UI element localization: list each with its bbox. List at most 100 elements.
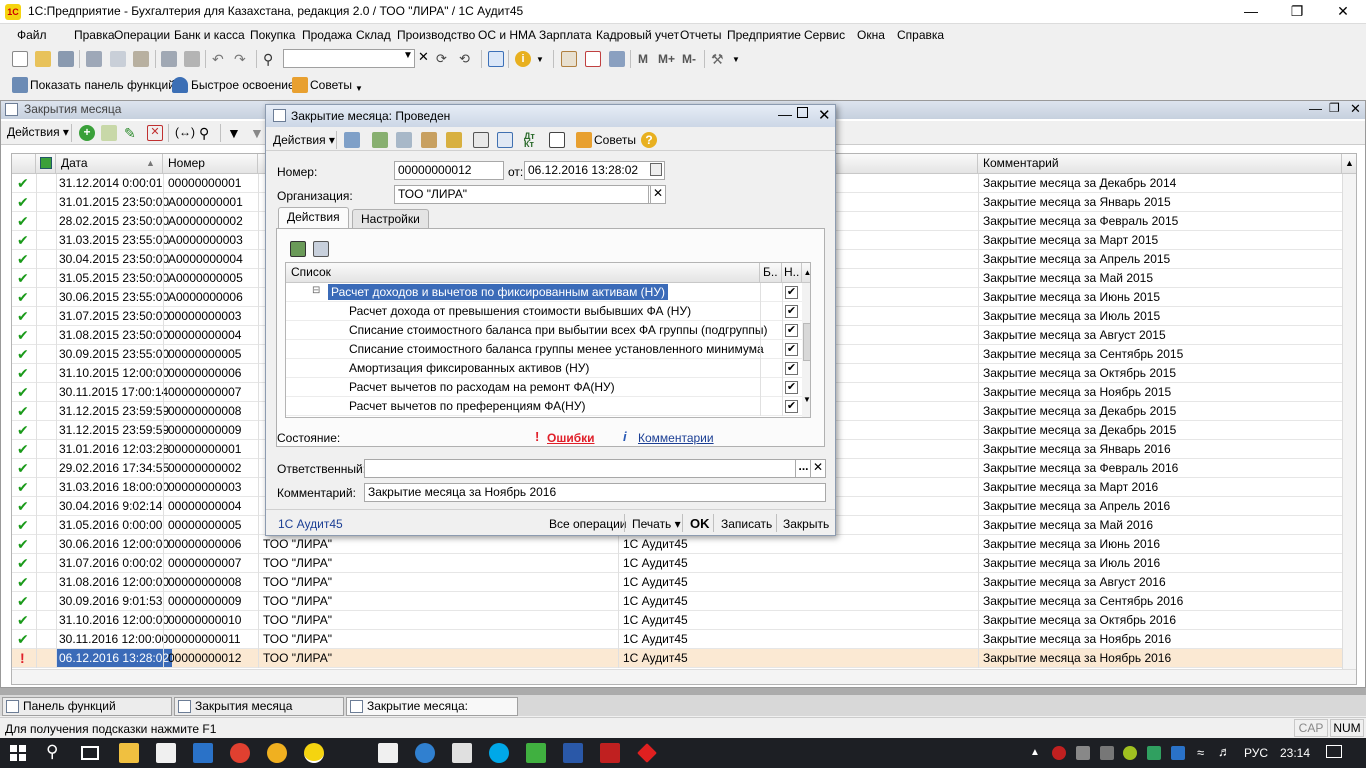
find-icon[interactable]: ⚲ xyxy=(199,125,215,141)
save-button[interactable]: Записать xyxy=(721,517,772,531)
vertical-scrollbar[interactable] xyxy=(1342,174,1356,669)
menu-salary[interactable]: Зарплата xyxy=(539,28,592,42)
list-close-button[interactable]: ✕ xyxy=(1350,101,1361,117)
menu-edit[interactable]: Правка xyxy=(74,28,115,42)
save-icon[interactable] xyxy=(58,51,74,67)
internet-explorer-icon[interactable] xyxy=(415,743,435,763)
menu-bank[interactable]: Банк и касса xyxy=(174,28,245,42)
access-icon[interactable] xyxy=(600,743,620,763)
search-input[interactable] xyxy=(283,49,415,68)
redo-icon[interactable]: ↷ xyxy=(234,51,250,67)
close-button[interactable]: ✕ xyxy=(1320,0,1366,24)
based-on-icon[interactable] xyxy=(421,132,437,148)
info-dropdown-icon[interactable]: ▼ xyxy=(536,55,544,64)
notifications-icon[interactable] xyxy=(1326,745,1342,758)
table-row[interactable]: ✔ 31.07.2016 0:00:02 00000000007 ТОО "ЛИРА"… xyxy=(12,554,1342,573)
tree-scroll-up-icon[interactable]: ▲ xyxy=(802,263,810,283)
horizontal-scrollbar[interactable] xyxy=(12,669,1356,684)
tips-dropdown-icon[interactable]: ▼ xyxy=(355,84,363,93)
users-icon[interactable] xyxy=(609,51,625,67)
menu-sale[interactable]: Продажа xyxy=(302,28,352,42)
clear-organization-icon[interactable]: ✕ xyxy=(650,185,666,204)
filter-icon[interactable]: ▼ xyxy=(227,125,243,141)
undo-icon[interactable]: ↶ xyxy=(212,51,228,67)
operation-checkbox[interactable]: ✔ xyxy=(785,324,798,337)
tree-row[interactable]: ⊟ Расчет доходов и вычетов по фиксированн… xyxy=(286,283,802,302)
calendar-picker-icon[interactable] xyxy=(650,163,662,176)
tray-green-icon[interactable] xyxy=(1123,746,1137,760)
cut-icon[interactable] xyxy=(86,51,102,67)
open-folder-icon[interactable] xyxy=(35,51,51,67)
dialog-actions-menu[interactable]: Действия ▾ xyxy=(273,133,335,147)
tree-row[interactable]: Расчет вычетов по расходам на ремонт ФА(… xyxy=(286,378,802,397)
clear-search-icon[interactable]: ✕ xyxy=(418,49,432,67)
table-row[interactable]: ✔ 30.06.2016 12:00:00 00000000006 ТОО "ЛИРА… xyxy=(12,535,1342,554)
help-icon[interactable]: ? xyxy=(641,132,657,148)
tray-cloud-icon[interactable] xyxy=(1171,746,1185,760)
debit-credit-icon[interactable]: Дт Кт xyxy=(524,132,540,149)
1c-icon[interactable] xyxy=(304,743,324,763)
tab-settings[interactable]: Настройки xyxy=(352,209,429,229)
anydesk-icon[interactable] xyxy=(637,743,657,763)
list-minimize-button[interactable]: — xyxy=(1309,101,1322,116)
copy-doc-icon[interactable] xyxy=(396,132,412,148)
clear-filter-icon[interactable]: ▼ xyxy=(250,125,266,141)
menu-help[interactable]: Справка xyxy=(897,28,944,42)
table-row[interactable]: ✔ 30.09.2016 9:01:53 00000000009 ТОО "ЛИРА"… xyxy=(12,592,1342,611)
minimize-button[interactable]: — xyxy=(1228,0,1274,24)
search-taskbar-icon[interactable]: ⚲ xyxy=(46,742,58,762)
operation-checkbox[interactable]: ✔ xyxy=(785,343,798,356)
tools-icon[interactable]: ⚒ xyxy=(711,51,727,67)
operation-checkbox[interactable]: ✔ xyxy=(785,362,798,375)
menu-hr[interactable]: Кадровый учет xyxy=(596,28,679,42)
dialog-close-button[interactable]: ✕ xyxy=(818,106,831,124)
tree-row[interactable]: Списание стоимостного баланса при выбыти… xyxy=(286,321,802,340)
settings-tb-icon[interactable] xyxy=(452,743,472,763)
collapse-toggle-icon[interactable]: ⊟ xyxy=(312,285,320,296)
menu-service[interactable]: Сервис xyxy=(804,28,845,42)
table-icon[interactable] xyxy=(473,132,489,148)
whatsapp-icon[interactable] xyxy=(526,743,546,763)
column-header-comment[interactable]: Комментарий xyxy=(978,154,1342,174)
add-icon[interactable]: + xyxy=(79,125,95,141)
search-icon[interactable]: ⚲ xyxy=(263,51,279,67)
tray-drive-icon[interactable] xyxy=(1147,746,1161,760)
dialog-tips-button[interactable]: Советы xyxy=(594,133,636,147)
find-prev-icon[interactable]: ⟲ xyxy=(459,51,475,67)
app-icon[interactable] xyxy=(267,743,287,763)
tree-row[interactable]: Амортизация фиксированных активов (НУ) ✔ xyxy=(286,359,802,378)
dialog-minimize-button[interactable]: — xyxy=(778,106,792,122)
print-icon[interactable] xyxy=(161,51,177,67)
list-actions-menu[interactable]: Действия ▾ xyxy=(7,125,69,139)
window-tab-month-closings[interactable]: Закрытия месяца xyxy=(174,697,344,716)
word-icon[interactable] xyxy=(563,743,583,763)
operation-checkbox[interactable]: ✔ xyxy=(785,286,798,299)
operation-checkbox[interactable]: ✔ xyxy=(785,381,798,394)
operation-checkbox[interactable]: ✔ xyxy=(785,305,798,318)
table-row[interactable]: ✔ 31.10.2016 12:00:00 00000000010 ТОО "ЛИРА… xyxy=(12,611,1342,630)
window-tab-month-closing-doc[interactable]: Закрытие месяца: Проведен xyxy=(346,697,518,730)
search-dropdown-icon[interactable]: ▼ xyxy=(403,50,413,61)
close-dialog-button[interactable]: Закрыть xyxy=(783,517,829,531)
tree-scroll-thumb[interactable] xyxy=(803,323,810,361)
report-icon[interactable] xyxy=(549,132,565,148)
structure-icon[interactable] xyxy=(446,132,462,148)
wifi-icon[interactable]: ≈ xyxy=(1197,745,1204,760)
tree-scroll-down-icon[interactable]: ▼ xyxy=(803,395,810,404)
number-field[interactable]: 00000000012 xyxy=(394,161,504,180)
table-row[interactable]: ✔ 30.11.2016 12:00:00 00000000011 ТОО "ЛИРА… xyxy=(12,630,1342,649)
calculator-icon[interactable] xyxy=(561,51,577,67)
ok-button[interactable]: OK xyxy=(690,516,710,531)
organization-field[interactable]: ТОО "ЛИРА"... xyxy=(394,185,665,204)
window-tab-function-panel[interactable]: Панель функций xyxy=(2,697,172,716)
interval-icon[interactable]: (↔) xyxy=(175,125,195,141)
check-all-icon[interactable] xyxy=(290,241,306,257)
windows-start-icon[interactable] xyxy=(10,745,26,761)
memory-plus-button[interactable]: М+ xyxy=(658,52,675,66)
uncheck-all-icon[interactable] xyxy=(313,241,329,257)
menu-operations[interactable]: Операции xyxy=(114,28,170,42)
new-document-icon[interactable] xyxy=(12,51,28,67)
errors-link[interactable]: Ошибки xyxy=(547,431,595,445)
skype-icon[interactable] xyxy=(489,743,509,763)
all-operations-button[interactable]: Все операции xyxy=(549,517,626,531)
